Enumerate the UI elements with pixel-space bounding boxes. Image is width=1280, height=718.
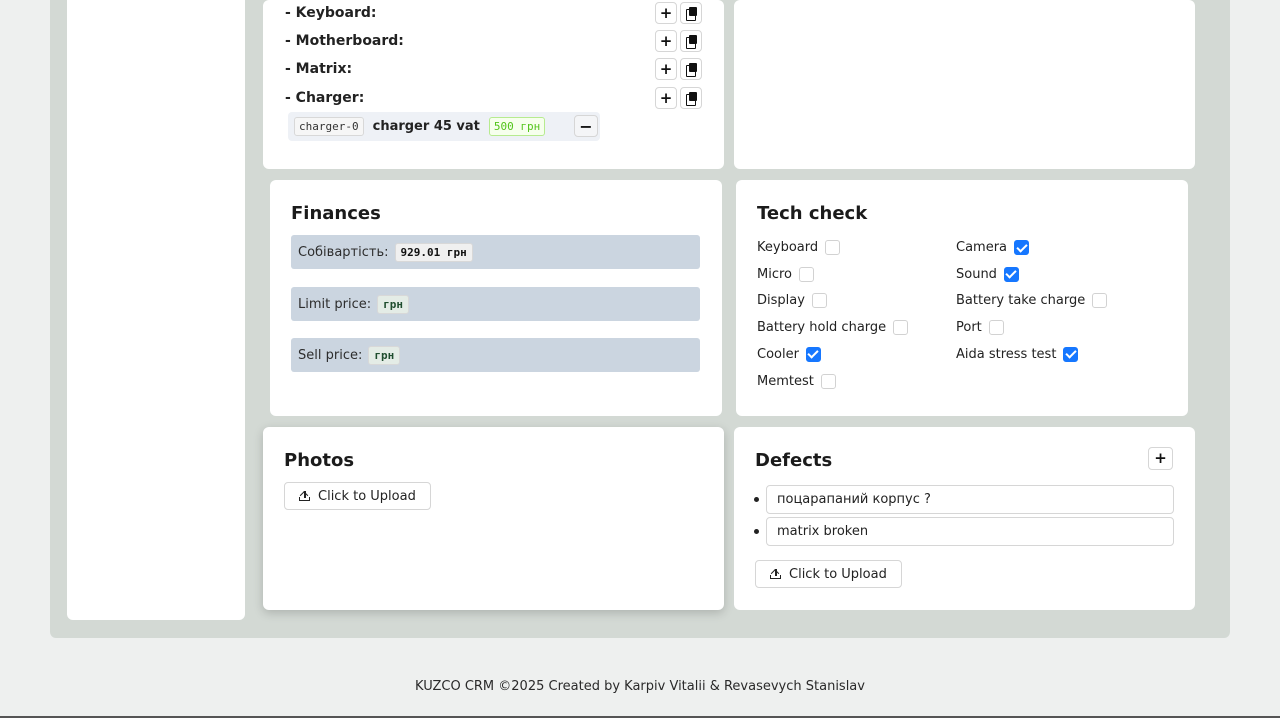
tech-check-checkbox[interactable] — [1063, 346, 1079, 362]
part-row-matrix: - Matrix: + — [285, 58, 702, 80]
cost-row: Собівартість: 929.01 грн — [291, 235, 700, 269]
defect-item — [754, 485, 1174, 514]
tech-check-label: Keyboard — [757, 240, 819, 255]
sell-price-label: Sell price: — [298, 347, 363, 363]
copy-part-button[interactable] — [680, 58, 702, 80]
tech-check-checkbox[interactable] — [1014, 240, 1030, 255]
tech-check-item[interactable]: Cooler — [757, 346, 821, 362]
tech-check-label: Camera — [956, 240, 1008, 255]
photos-title: Photos — [284, 450, 355, 471]
defects-card: Defects + Click to Upload — [734, 427, 1195, 610]
tech-check-label: Aida stress test — [956, 346, 1057, 362]
upload-label: Click to Upload — [789, 566, 887, 582]
tech-check-item[interactable]: Port — [956, 320, 1004, 336]
sell-price-row[interactable]: Sell price: грн — [291, 338, 700, 372]
cost-label: Собівартість: — [298, 244, 389, 260]
minus-icon: − — [579, 116, 593, 136]
add-part-button[interactable]: + — [655, 87, 677, 109]
add-part-button[interactable]: + — [655, 2, 677, 24]
plus-icon: + — [659, 88, 673, 107]
part-label: - Matrix: — [285, 61, 353, 77]
part-name: charger 45 vat — [372, 119, 480, 134]
defect-item — [754, 517, 1174, 546]
tech-check-item[interactable]: Sound — [956, 266, 1019, 282]
info-card — [734, 0, 1195, 169]
tech-check-label: Battery take charge — [956, 293, 1086, 309]
tech-check-checkbox[interactable] — [805, 346, 821, 362]
copy-part-button[interactable] — [680, 2, 702, 24]
part-code-tag: charger-0 — [294, 117, 364, 136]
limit-price-label: Limit price: — [298, 296, 372, 312]
tech-check-checkbox[interactable] — [893, 320, 909, 336]
tech-check-card: Tech check Keyboard Camera Micro Sound Displ… — [736, 180, 1188, 416]
upload-icon — [770, 569, 781, 579]
add-part-button[interactable]: + — [655, 58, 677, 80]
tech-check-checkbox[interactable] — [820, 373, 836, 389]
part-row-keyboard: - Keyboard: + — [285, 2, 702, 24]
sidebar — [67, 0, 245, 620]
remove-part-button[interactable]: − — [574, 115, 598, 137]
tech-check-checkbox[interactable] — [811, 293, 827, 309]
part-label: - Keyboard: — [285, 5, 377, 21]
tech-check-item[interactable]: Keyboard — [757, 240, 841, 255]
cost-value: 929.01 грн — [394, 242, 473, 262]
part-row-charger: - Charger: + — [285, 87, 702, 109]
tech-check-label: Cooler — [757, 346, 799, 362]
part-price-tag: 500 грн — [488, 117, 546, 136]
tech-check-label: Battery hold charge — [757, 320, 887, 336]
defect-input[interactable] — [766, 517, 1174, 546]
add-part-button[interactable]: + — [655, 30, 677, 52]
tech-check-checkbox[interactable] — [799, 266, 814, 282]
limit-price-value[interactable]: грн — [377, 294, 409, 314]
tech-check-checkbox[interactable] — [825, 240, 841, 255]
upload-label: Click to Upload — [318, 488, 416, 504]
add-defect-button[interactable]: + — [1148, 447, 1173, 470]
tech-check-label: Micro — [757, 266, 792, 282]
defects-upload-button[interactable]: Click to Upload — [755, 560, 902, 588]
tech-check-item[interactable]: Battery take charge — [956, 293, 1108, 309]
copy-icon — [685, 35, 697, 49]
tech-check-title: Tech check — [757, 203, 868, 224]
upload-icon — [299, 491, 310, 501]
tech-check-item[interactable]: Camera — [956, 240, 1030, 255]
finances-card: Finances Собівартість: 929.01 грн Limit … — [270, 180, 722, 416]
copy-icon — [685, 92, 697, 106]
limit-price-row[interactable]: Limit price: грн — [291, 287, 700, 321]
tech-check-label: Memtest — [757, 373, 814, 389]
sell-price-value[interactable]: грн — [368, 345, 401, 365]
finances-title: Finances — [291, 203, 381, 224]
tech-check-checkbox[interactable] — [988, 320, 1004, 336]
footer-credits: KUZCO CRM ©2025 Created by Karpiv Vitali… — [415, 679, 865, 694]
tech-check-checkbox[interactable] — [1092, 293, 1108, 309]
part-label: - Charger: — [285, 90, 365, 106]
defects-title: Defects — [755, 450, 833, 471]
tech-check-item[interactable]: Battery hold charge — [757, 320, 909, 336]
tech-check-item[interactable]: Display — [757, 293, 827, 309]
photos-upload-button[interactable]: Click to Upload — [284, 482, 431, 510]
plus-icon: + — [659, 31, 673, 50]
copy-part-button[interactable] — [680, 30, 702, 52]
plus-icon: + — [1154, 449, 1167, 467]
bullet — [754, 529, 759, 534]
tech-check-checkbox[interactable] — [1003, 266, 1019, 282]
tech-check-label: Display — [757, 293, 805, 309]
copy-icon — [685, 7, 697, 21]
copy-icon — [685, 63, 697, 77]
bullet — [754, 497, 759, 502]
charger-item: charger-0 charger 45 vat 500 грн − — [288, 112, 600, 141]
tech-check-item[interactable]: Memtest — [757, 373, 836, 389]
tech-check-label: Port — [956, 320, 982, 336]
tech-check-item[interactable]: Micro — [757, 266, 814, 282]
defect-input[interactable] — [766, 485, 1174, 514]
tech-check-item[interactable]: Aida stress test — [956, 346, 1079, 362]
part-label: - Motherboard: — [285, 33, 404, 49]
copy-part-button[interactable] — [680, 87, 702, 109]
plus-icon: + — [659, 59, 673, 78]
part-row-motherboard: - Motherboard: + — [285, 30, 702, 52]
photos-card: Photos Click to Upload — [263, 427, 724, 610]
tech-check-label: Sound — [956, 266, 997, 282]
parts-card: - Keyboard: + - Motherboard: + - Matrix:… — [263, 0, 724, 169]
plus-icon: + — [659, 3, 673, 22]
